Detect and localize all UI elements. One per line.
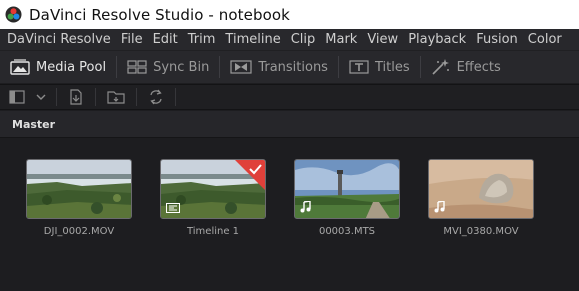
clip-item[interactable]: Timeline 1 — [160, 159, 266, 237]
menu-bar: DaVinci Resolve File Edit Trim Timeline … — [0, 29, 579, 50]
menu-davinci-resolve[interactable]: DaVinci Resolve — [0, 32, 116, 47]
transitions-button[interactable]: Transitions — [220, 51, 338, 84]
forest-lake-thumbnail — [27, 160, 131, 218]
clip-thumbnail[interactable] — [160, 159, 266, 219]
flag-corner-check-icon — [235, 160, 265, 190]
effects-label: Effects — [456, 59, 501, 75]
audio-note-icon — [300, 201, 311, 213]
sidebar-toggle-button[interactable] — [0, 85, 56, 109]
menu-file[interactable]: File — [116, 32, 148, 47]
sidebar-toggle-icon — [9, 90, 25, 104]
window-titlebar: DaVinci Resolve Studio - notebook — [0, 0, 579, 29]
menu-view[interactable]: View — [362, 32, 403, 47]
import-media-button[interactable] — [57, 85, 95, 109]
audio-note-icon — [434, 201, 445, 213]
new-bin-button[interactable] — [96, 85, 136, 109]
effects-icon — [432, 59, 449, 75]
clip-name: Timeline 1 — [186, 226, 240, 237]
media-pool-button[interactable]: Media Pool — [0, 51, 116, 84]
menu-trim[interactable]: Trim — [183, 32, 221, 47]
clip-thumbnail[interactable] — [428, 159, 534, 219]
panel-toolbar: Media Pool Sync Bin Transitions Titles E… — [0, 50, 579, 83]
menu-mark[interactable]: Mark — [320, 32, 362, 47]
media-pool-icon-bar — [0, 84, 579, 110]
clip-item[interactable]: DJI_0002.MOV — [26, 159, 132, 237]
new-bin-icon — [107, 91, 125, 104]
timeline-icon — [166, 203, 180, 213]
clip-thumbnail[interactable] — [294, 159, 400, 219]
titles-icon — [349, 60, 369, 74]
effects-button[interactable]: Effects — [421, 51, 511, 84]
chevron-down-icon[interactable] — [35, 91, 47, 103]
media-pool-icon — [10, 59, 30, 75]
bin-header: Master — [0, 111, 579, 138]
titles-label: Titles — [374, 59, 410, 75]
menu-edit[interactable]: Edit — [148, 32, 183, 47]
media-pool-grid: DJI_0002.MOV Timeline 1 00003.MTS MVI_03… — [0, 138, 579, 291]
window-title: DaVinci Resolve Studio - notebook — [29, 5, 290, 24]
clip-name: MVI_0380.MOV — [443, 226, 519, 237]
transitions-label: Transitions — [258, 59, 328, 75]
titles-button[interactable]: Titles — [339, 51, 420, 84]
sync-bin-button[interactable]: Sync Bin — [117, 51, 219, 84]
transitions-icon — [230, 60, 252, 74]
import-media-icon — [70, 89, 82, 105]
sync-bin-icon — [127, 60, 147, 74]
menu-playback[interactable]: Playback — [403, 32, 471, 47]
clip-item[interactable]: 00003.MTS — [294, 159, 400, 237]
menu-clip[interactable]: Clip — [286, 32, 321, 47]
iconbar-divider — [175, 88, 176, 106]
media-pool-label: Media Pool — [36, 59, 107, 75]
clip-thumbnail[interactable] — [26, 159, 132, 219]
menu-color[interactable]: Color — [523, 32, 567, 47]
menu-fusion[interactable]: Fusion — [471, 32, 523, 47]
davinci-logo-icon — [5, 6, 22, 23]
clip-item[interactable]: MVI_0380.MOV — [428, 159, 534, 237]
clip-name: 00003.MTS — [318, 226, 376, 237]
refresh-icon — [150, 89, 162, 105]
bin-name-master[interactable]: Master — [12, 118, 55, 131]
menu-timeline[interactable]: Timeline — [220, 32, 285, 47]
sync-bin-label: Sync Bin — [153, 59, 210, 75]
refresh-button[interactable] — [137, 85, 175, 109]
clip-name: DJI_0002.MOV — [43, 226, 115, 237]
